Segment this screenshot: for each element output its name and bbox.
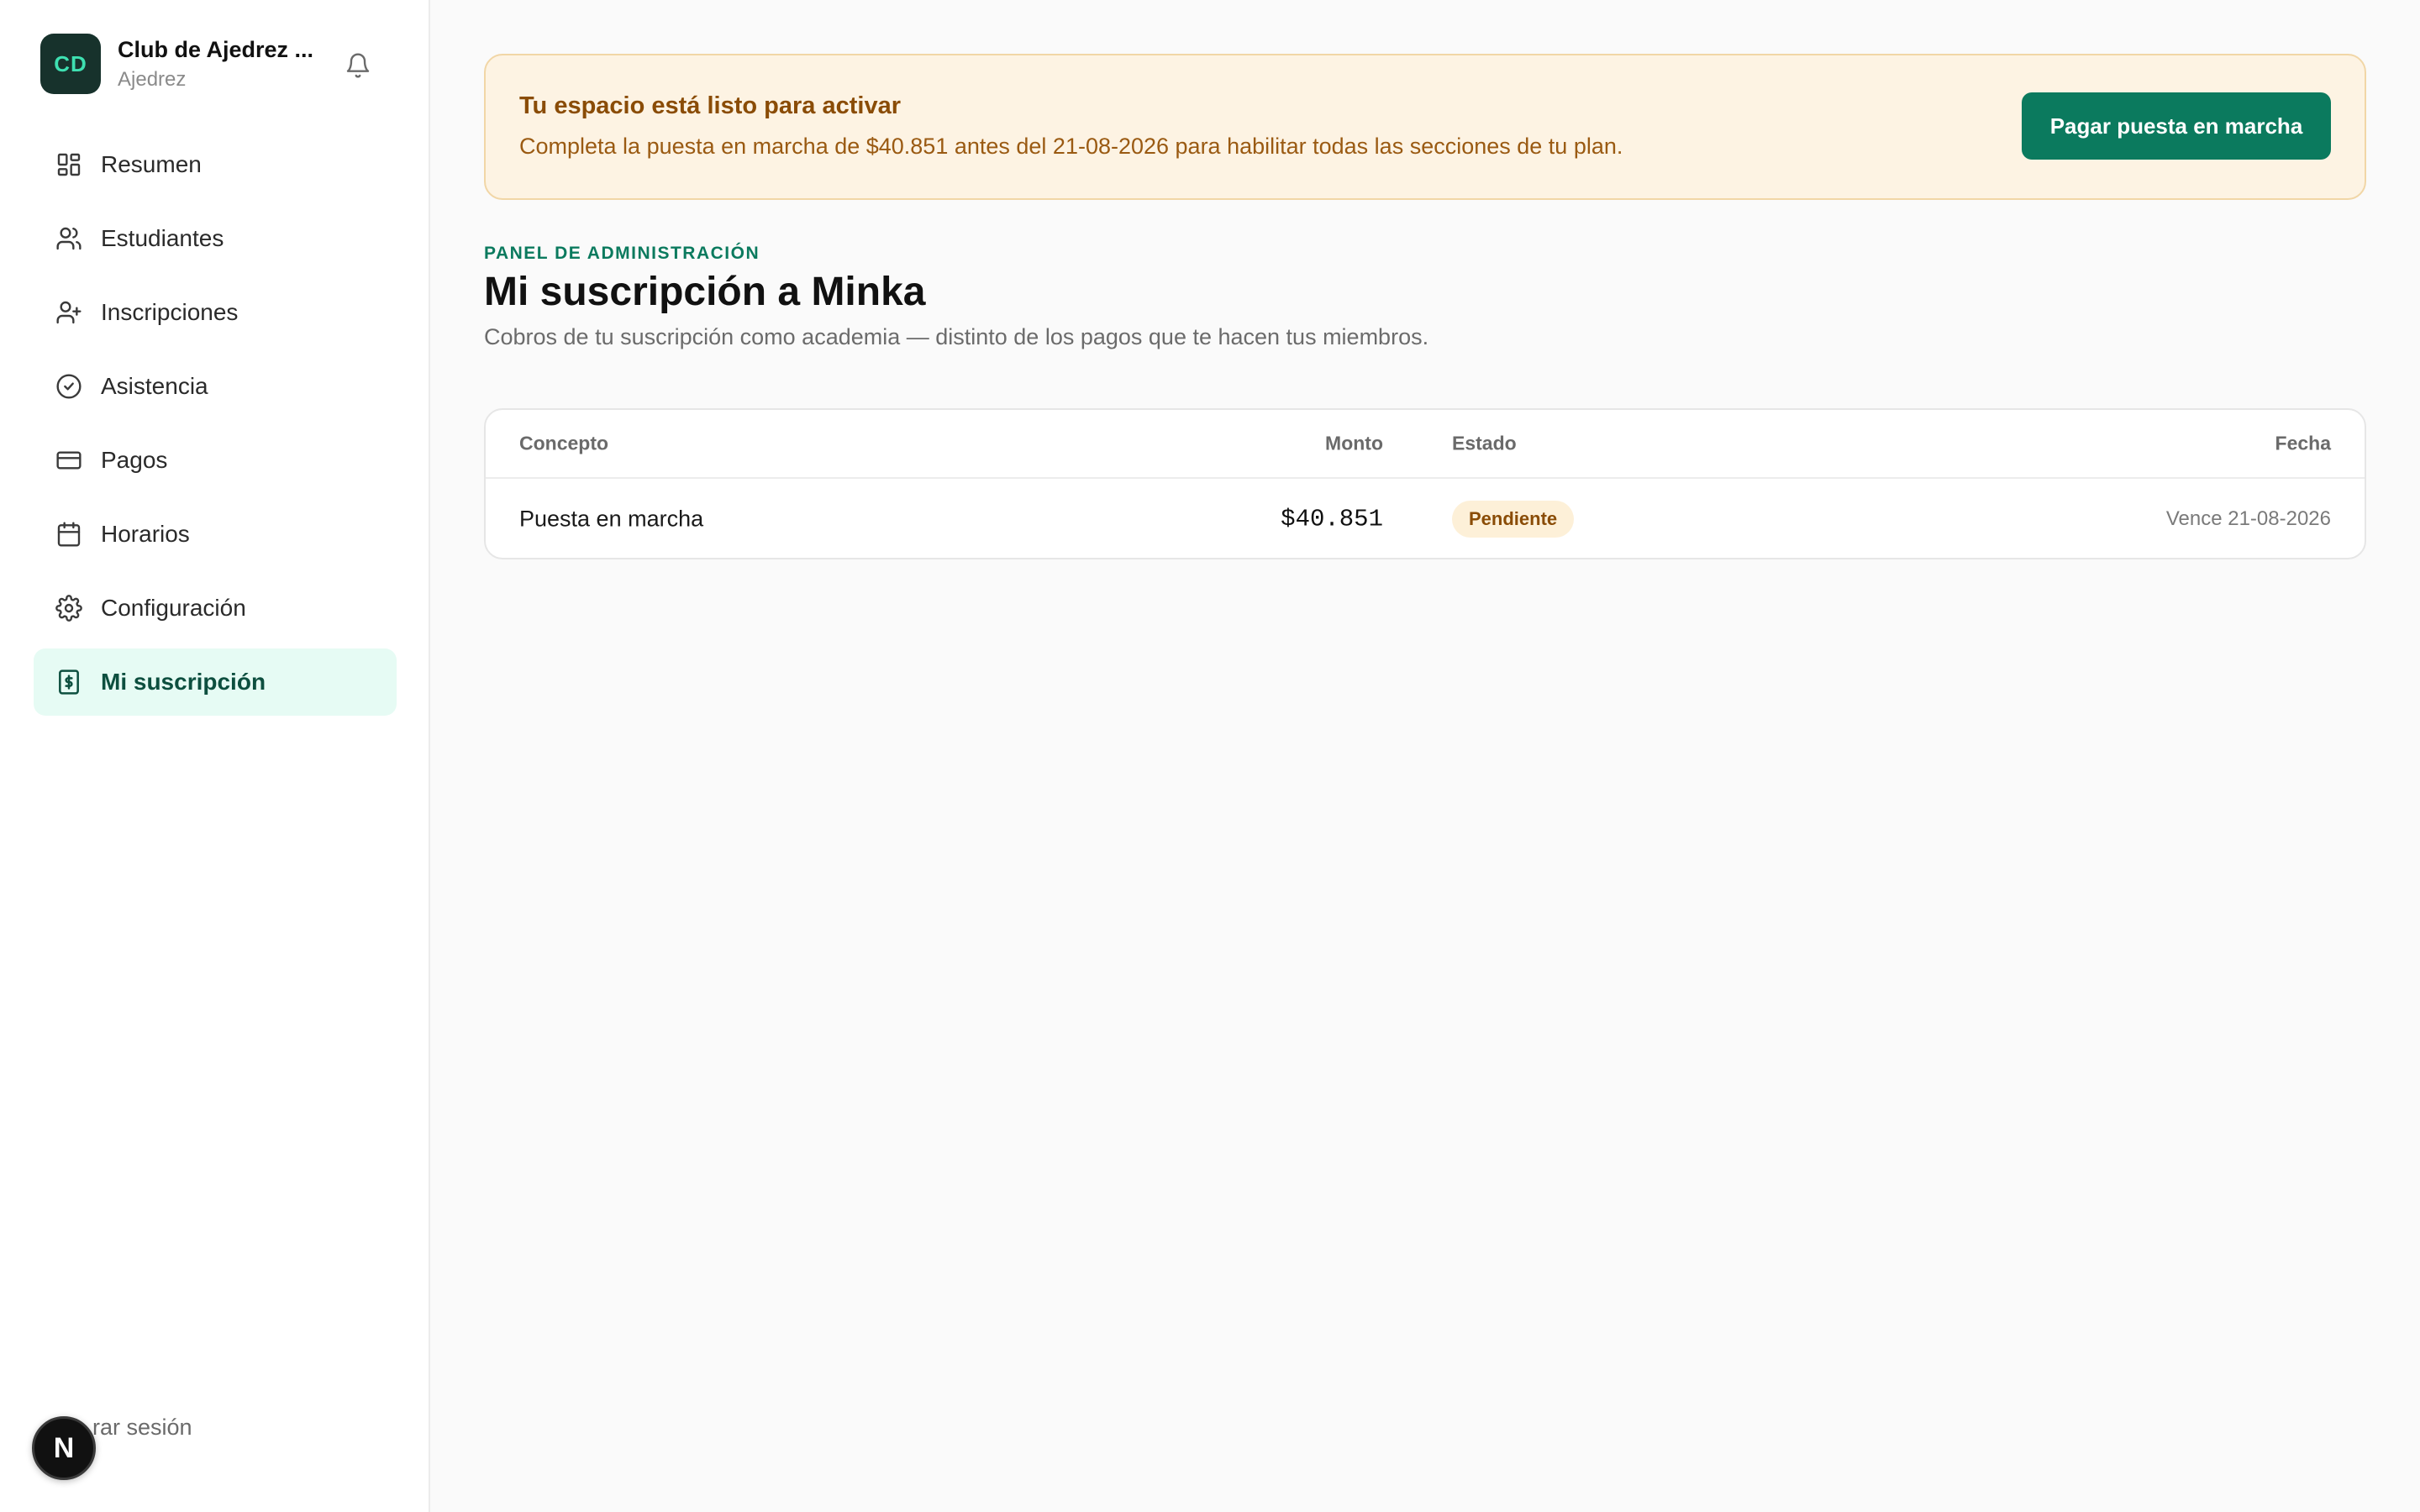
column-header-amount: Monto: [1325, 432, 1383, 454]
row-status: Pendiente: [1452, 501, 1575, 538]
page-title: Mi suscripción a Minka: [484, 270, 926, 314]
sidebar-item-resumen[interactable]: Resumen: [34, 131, 397, 198]
credit-card-icon: [54, 445, 84, 475]
users-icon: [54, 223, 84, 254]
sidebar-item-configuracion[interactable]: Configuración: [34, 575, 397, 642]
dashboard-icon: [54, 150, 84, 180]
org-name: Club de Ajedrez ...: [118, 36, 314, 62]
sidebar: CD Club de Ajedrez ... Ajedrez Resumen E…: [0, 0, 430, 1512]
main-content: Tu espacio está listo para activar Compl…: [430, 0, 2420, 1512]
org-subtitle: Ajedrez: [118, 67, 187, 91]
column-header-status: Estado: [1452, 432, 1517, 454]
sidebar-item-label: Pagos: [101, 447, 168, 473]
sidebar-item-label: Resumen: [101, 151, 202, 177]
status-badge: Pendiente: [1452, 501, 1575, 538]
dev-tools-badge[interactable]: N: [32, 1416, 96, 1480]
table-header: Concepto Monto Estado Fecha: [486, 410, 2365, 479]
sidebar-nav: Resumen Estudiantes Inscripciones Asiste…: [34, 131, 397, 722]
sidebar-item-label: Inscripciones: [101, 299, 239, 325]
check-circle-icon: [54, 371, 84, 402]
sidebar-item-pagos[interactable]: Pagos: [34, 427, 397, 494]
sidebar-item-asistencia[interactable]: Asistencia: [34, 353, 397, 420]
column-header-date: Fecha: [2275, 432, 2331, 454]
receipt-dollar-icon: [54, 667, 84, 697]
user-plus-icon: [54, 297, 84, 328]
row-concept: Puesta en marcha: [519, 506, 704, 532]
column-header-concept: Concepto: [519, 432, 609, 454]
sidebar-item-inscripciones[interactable]: Inscripciones: [34, 279, 397, 346]
org-info: Club de Ajedrez ... Ajedrez: [118, 37, 313, 92]
row-date: Vence 21-08-2026: [2165, 507, 2331, 530]
sidebar-item-mi-suscripcion[interactable]: Mi suscripción: [34, 648, 397, 716]
calendar-icon: [54, 519, 84, 549]
sidebar-item-label: Configuración: [101, 595, 246, 621]
page-subtitle: Cobros de tu suscripción como academia —…: [484, 324, 1429, 349]
notifications-bell-icon[interactable]: [339, 47, 376, 84]
subscription-charges-table: Concepto Monto Estado Fecha Puesta en ma…: [484, 408, 2366, 559]
logout-label: rar sesión: [92, 1415, 192, 1440]
sidebar-item-estudiantes[interactable]: Estudiantes: [34, 205, 397, 272]
sidebar-item-label: Asistencia: [101, 373, 208, 399]
page-eyebrow: PANEL DE ADMINISTRACIÓN: [484, 244, 760, 263]
gear-icon: [54, 593, 84, 623]
row-amount: $40.851: [1281, 505, 1383, 533]
sidebar-item-label: Horarios: [101, 521, 190, 547]
app-root: CD Club de Ajedrez ... Ajedrez Resumen E…: [0, 0, 2420, 1512]
sidebar-item-horarios[interactable]: Horarios: [34, 501, 397, 568]
org-avatar: CD: [40, 34, 101, 94]
sidebar-item-label: Estudiantes: [101, 225, 224, 251]
activation-banner: Tu espacio está listo para activar Compl…: [484, 54, 2366, 200]
table-row: Puesta en marcha $40.851 Pendiente Vence…: [486, 479, 2365, 558]
sidebar-item-label: Mi suscripción: [101, 669, 266, 695]
org-switcher[interactable]: CD Club de Ajedrez ... Ajedrez: [40, 34, 313, 94]
pay-setup-button[interactable]: Pagar puesta en marcha: [2022, 92, 2331, 160]
